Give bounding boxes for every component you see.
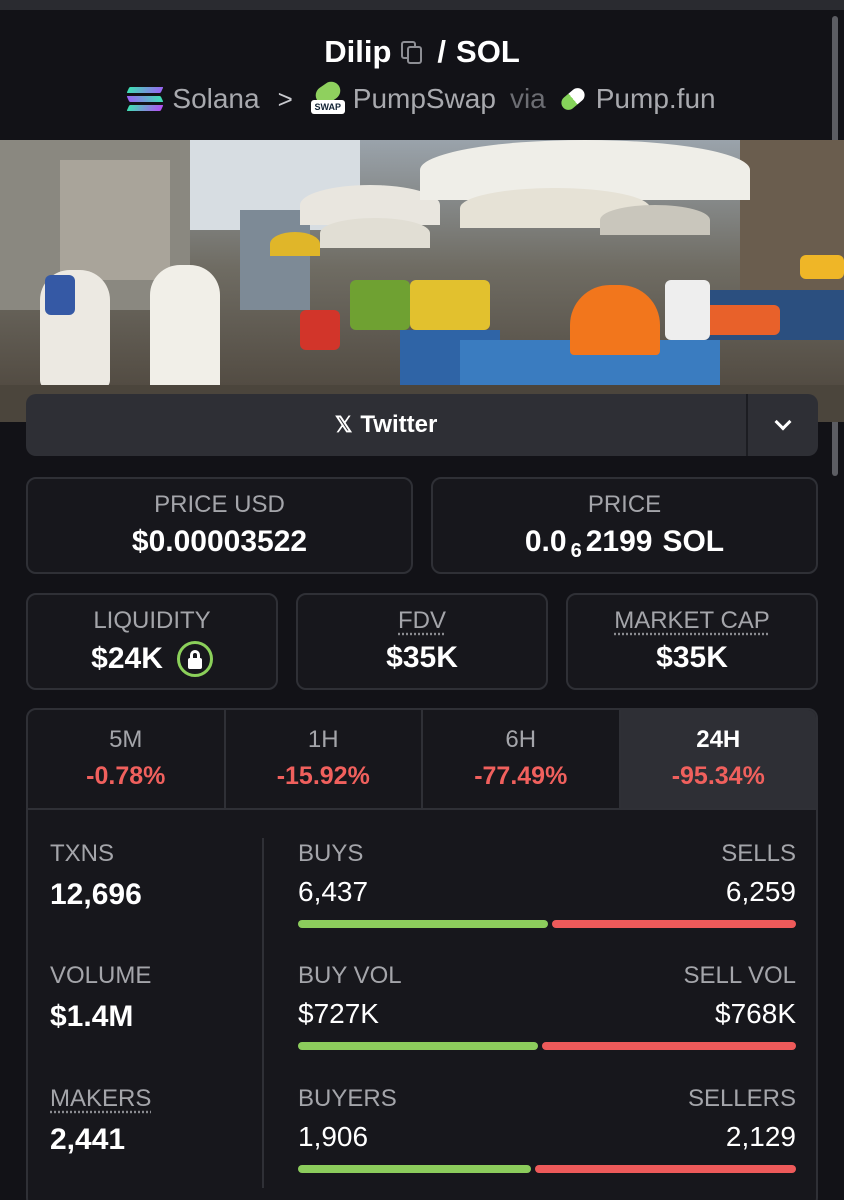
pumpswap-icon: SWAP <box>310 78 345 114</box>
copy-icon[interactable] <box>399 39 423 65</box>
via-label: via <box>509 83 546 114</box>
swap-tag: SWAP <box>310 100 345 114</box>
stats-divider <box>262 838 264 1188</box>
makers-value: 2,441 <box>50 1123 126 1156</box>
txns-metric: TXNS 12,696 <box>50 840 142 912</box>
fdv-card: FDV $35K <box>296 593 548 690</box>
tab-label: 5M <box>109 726 143 753</box>
makers-label[interactable]: MAKERS <box>50 1085 151 1112</box>
sells-label: SELLS <box>721 840 796 867</box>
tab-label: 6H <box>505 726 537 753</box>
liquidity-value: $24K <box>91 642 163 675</box>
pair-separator: / <box>437 34 447 69</box>
dex-link[interactable]: PumpSwap <box>353 83 496 115</box>
buy-bar-fill <box>298 1165 532 1173</box>
price-native-label: PRICE <box>587 491 662 518</box>
launchpad-link[interactable]: Pump.fun <box>596 83 716 115</box>
sell-vol-value: $768K <box>715 998 796 1029</box>
buy-vol-label: BUY VOL <box>298 962 402 989</box>
sell-bar-fill <box>552 920 796 928</box>
chevron-down-icon <box>774 413 792 431</box>
sells-value: 6,259 <box>725 876 796 907</box>
tab-6h[interactable]: 6H -77.49% <box>423 710 621 808</box>
quote-symbol: SOL <box>456 34 520 69</box>
tab-1h[interactable]: 1H -15.92% <box>226 710 423 808</box>
tab-change: -15.92% <box>276 762 370 790</box>
x-logo-icon: 𝕏 <box>334 412 353 437</box>
pair-title: Dilip / SOL <box>0 30 844 74</box>
buys-sells-row: BUYS SELLS 6,437 6,259 <box>298 840 796 928</box>
buy-bar-fill <box>298 920 549 928</box>
pumpfun-icon <box>558 85 588 113</box>
sell-vol-label: SELL VOL <box>683 962 796 989</box>
makers-metric: MAKERS 2,441 <box>50 1085 151 1157</box>
txns-label: TXNS <box>50 840 115 867</box>
liquidity-value-wrap: $24K <box>28 641 276 677</box>
market-cap-card: MARKET CAP $35K <box>566 593 818 690</box>
price-native-zero-count: 6 <box>570 539 582 562</box>
volume-value: $1.4M <box>50 1000 134 1033</box>
volume-split-bar <box>298 1042 796 1050</box>
buyers-label: BUYERS <box>298 1085 397 1112</box>
sell-bar-fill <box>535 1165 796 1173</box>
market-cap-value: $35K <box>656 641 728 674</box>
buys-label: BUYS <box>298 840 364 867</box>
sellers-value: 2,129 <box>725 1121 796 1152</box>
token-symbol: Dilip <box>324 34 392 69</box>
price-usd-value: $0.00003522 <box>131 525 308 558</box>
txns-value: 12,696 <box>50 878 142 911</box>
price-usd-label: PRICE USD <box>154 491 285 518</box>
buy-bar-fill <box>298 1042 539 1050</box>
tab-label: 24H <box>696 726 741 753</box>
token-banner-image <box>0 140 844 422</box>
price-native-unit: SOL <box>662 525 725 558</box>
buyers-value: 1,906 <box>298 1121 369 1152</box>
price-usd-card: PRICE USD $0.00003522 <box>26 477 413 574</box>
sell-bar-fill <box>542 1042 796 1050</box>
price-native-prefix: 0.0 <box>524 525 567 558</box>
buyers-sellers-row: BUYERS SELLERS 1,906 2,129 <box>298 1085 796 1173</box>
liquidity-label: LIQUIDITY <box>93 607 211 634</box>
volume-metric: VOLUME $1.4M <box>50 962 151 1034</box>
buyers-sellers-bar <box>298 1165 796 1173</box>
volume-split-row: BUY VOL SELL VOL $727K $768K <box>298 962 796 1050</box>
social-links-bar: 𝕏 Twitter <box>26 394 818 456</box>
price-native-card: PRICE 0.0 6 2199 SOL <box>431 477 818 574</box>
buys-sells-bar <box>298 920 796 928</box>
buys-value: 6,437 <box>298 876 369 907</box>
social-dropdown-button[interactable] <box>746 394 818 456</box>
breadcrumb: Solana > SWAP PumpSwap via Pump.fun <box>0 78 844 120</box>
liquidity-lock-icon[interactable] <box>176 641 213 677</box>
tab-24h[interactable]: 24H -95.34% <box>620 710 816 808</box>
tab-change: -0.78% <box>86 762 166 790</box>
tab-5m[interactable]: 5M -0.78% <box>28 710 226 808</box>
fdv-value: $35K <box>386 641 458 674</box>
buy-vol-value: $727K <box>298 998 379 1029</box>
fdv-label[interactable]: FDV <box>398 607 446 634</box>
price-native-value: 0.0 6 2199 SOL <box>433 525 816 562</box>
liquidity-card: LIQUIDITY $24K <box>26 593 278 690</box>
chain-link[interactable]: Solana <box>172 83 259 115</box>
tab-change: -77.49% <box>474 762 568 790</box>
market-cap-label[interactable]: MARKET CAP <box>614 607 770 634</box>
sellers-label: SELLERS <box>687 1085 796 1112</box>
breadcrumb-separator: > <box>277 83 293 114</box>
tab-change: -95.34% <box>671 762 765 790</box>
tab-label: 1H <box>307 726 339 753</box>
solana-icon <box>126 85 164 113</box>
stats-panel: 5M -0.78% 1H -15.92% 6H -77.49% 24H -95.… <box>26 708 818 1200</box>
volume-label: VOLUME <box>50 962 152 989</box>
timeframe-tabs: 5M -0.78% 1H -15.92% 6H -77.49% 24H -95.… <box>28 710 816 810</box>
twitter-button[interactable]: 𝕏 Twitter <box>26 394 746 456</box>
token-pair-page: Dilip / SOL Solana > SWAP PumpSwap via P… <box>0 0 844 1200</box>
price-native-digits: 2199 <box>585 525 653 558</box>
top-divider <box>0 0 844 10</box>
twitter-label: Twitter <box>360 411 438 438</box>
